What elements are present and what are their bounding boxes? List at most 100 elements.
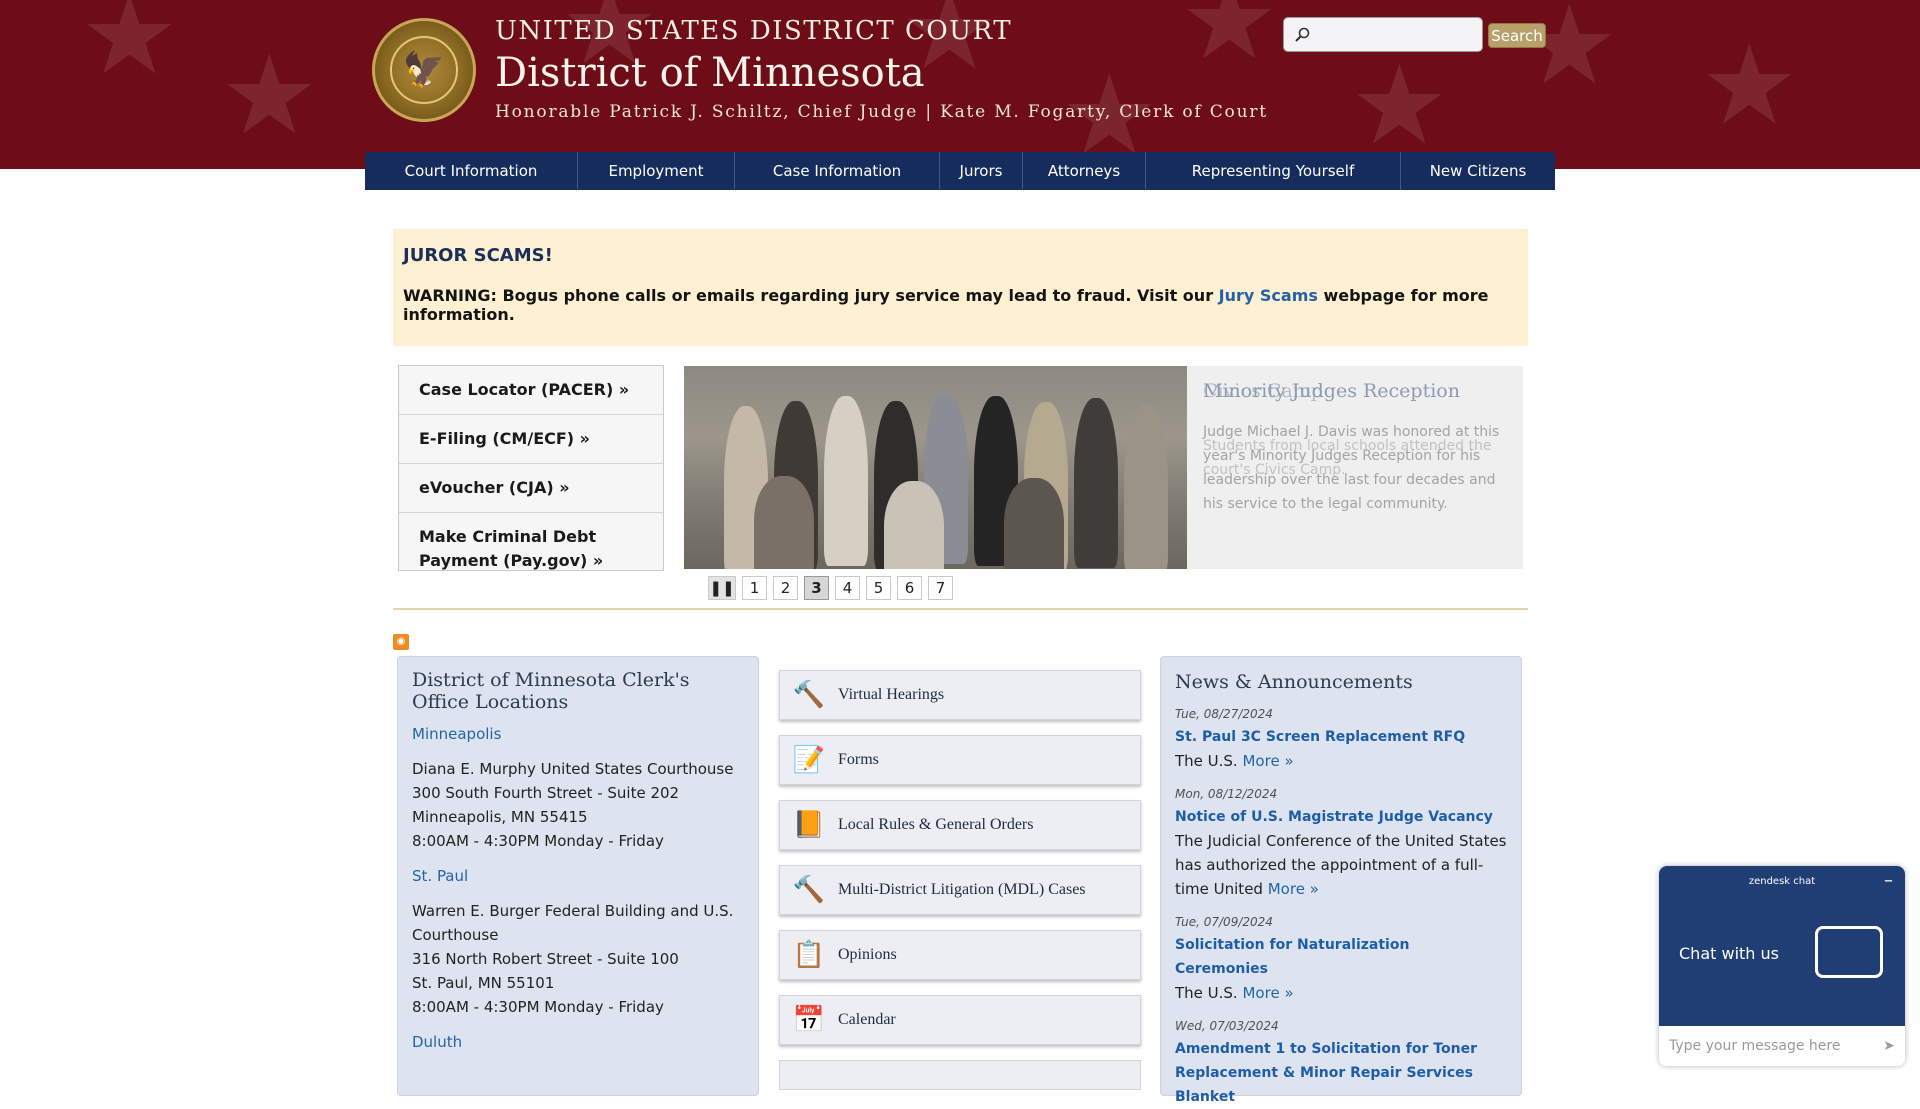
slide-page-2[interactable]: 2 — [773, 576, 798, 600]
address-line: St. Paul, MN 55101 — [412, 974, 555, 992]
locations-title: District of Minnesota Clerk's Office Loc… — [412, 669, 690, 713]
location-city-st-paul[interactable]: St. Paul — [412, 867, 744, 885]
location-city-duluth[interactable]: Duluth — [412, 1033, 744, 1051]
address-line: 316 North Robert Street - Suite 100 — [412, 950, 679, 968]
news-excerpt: The Judicial Conference of the United St… — [1175, 832, 1507, 898]
nav-new-citizens[interactable]: New Citizens — [1401, 152, 1555, 190]
star-decoration: ★ — [220, 31, 319, 159]
chat-brand: zendesk chat — [1748, 876, 1816, 887]
more-link[interactable]: More » — [1268, 880, 1319, 898]
search-button[interactable]: Search — [1488, 23, 1546, 48]
slide-page-7[interactable]: 7 — [928, 576, 953, 600]
nav-employment[interactable]: Employment — [578, 152, 735, 190]
quick-link-paygov[interactable]: Make Criminal Debt Payment (Pay.gov) » — [399, 513, 663, 585]
minimize-icon[interactable]: – — [1884, 870, 1893, 891]
nav-attorneys[interactable]: Attorneys — [1023, 152, 1146, 190]
calendar-icon: 📅 — [792, 1005, 826, 1035]
news-item-title[interactable]: St. Paul 3C Screen Replacement RFQ — [1175, 725, 1507, 749]
slide-page-1[interactable]: 1 — [742, 576, 767, 600]
gavel-icon: 🔨 — [792, 875, 826, 905]
service-mdl-cases[interactable]: 🔨 Multi-District Litigation (MDL) Cases — [779, 865, 1141, 915]
slide-page-6[interactable]: 6 — [897, 576, 922, 600]
nav-court-information[interactable]: Court Information — [365, 152, 578, 190]
pause-button[interactable]: ❚❚ — [708, 576, 736, 600]
location-city-minneapolis[interactable]: Minneapolis — [412, 725, 744, 743]
service-label: Calendar — [838, 1011, 896, 1028]
alert-title: JUROR SCAMS! — [403, 245, 553, 266]
book-icon: 📙 — [792, 810, 826, 840]
chat-message-input[interactable]: Type your message here ➤ — [1659, 1026, 1905, 1066]
nav-case-information[interactable]: Case Information — [735, 152, 940, 190]
news-item-body: The U.S. More » — [1175, 981, 1507, 1005]
more-link[interactable]: More » — [1242, 752, 1293, 770]
star-decoration: ★ — [1700, 21, 1799, 149]
news-title: News & Announcements — [1175, 671, 1413, 693]
service-label: Opinions — [838, 946, 897, 963]
judges-line: Honorable Patrick J. Schiltz, Chief Judg… — [495, 102, 1268, 122]
quick-link-pacer[interactable]: Case Locator (PACER) » — [399, 366, 663, 415]
slide-title-stack: Minority Judges Reception Civics Camp — [1203, 380, 1507, 406]
slide-title-previous: Civics Camp — [1203, 380, 1323, 402]
search-icon — [1295, 27, 1310, 42]
location-address-minneapolis: Diana E. Murphy United States Courthouse… — [412, 757, 744, 853]
slideshow-image[interactable] — [684, 366, 1187, 569]
juror-scams-alert: JUROR SCAMS! WARNING: Bogus phone calls … — [393, 229, 1528, 346]
news-excerpt: The U.S. — [1175, 984, 1238, 1002]
office-hours: 8:00AM - 4:30PM Monday - Friday — [412, 998, 664, 1016]
search-input[interactable] — [1283, 17, 1483, 52]
clerk-locations-panel: District of Minnesota Clerk's Office Loc… — [397, 656, 759, 1096]
chat-input-placeholder: Type your message here — [1669, 1038, 1841, 1054]
location-address-st-paul: Warren E. Burger Federal Building and U.… — [412, 899, 744, 1019]
service-label: Multi-District Litigation (MDL) Cases — [838, 881, 1086, 898]
slide-description-previous: Students from local schools attended the… — [1203, 438, 1492, 478]
more-link[interactable]: More » — [1242, 984, 1293, 1002]
star-decoration: ★ — [1350, 41, 1449, 169]
service-forms[interactable]: 📝 Forms — [779, 735, 1141, 785]
service-local-rules[interactable]: 📙 Local Rules & General Orders — [779, 800, 1141, 850]
news-excerpt: The U.S. — [1175, 752, 1238, 770]
quick-link-cmecf[interactable]: E-Filing (CM/ECF) » — [399, 415, 663, 464]
address-line: Diana E. Murphy United States Courthouse — [412, 760, 734, 778]
nav-jurors[interactable]: Jurors — [940, 152, 1023, 190]
quick-links: Case Locator (PACER) » E-Filing (CM/ECF)… — [398, 365, 664, 571]
court-label: UNITED STATES DISTRICT COURT — [495, 16, 1013, 46]
address-line: 300 South Fourth Street - Suite 202 — [412, 784, 680, 802]
eagle-icon: 🦅 — [390, 36, 458, 104]
slide-page-3[interactable]: 3 — [804, 576, 829, 600]
court-seal-logo[interactable]: 🦅 — [372, 18, 476, 122]
zendesk-chat-widget[interactable]: zendesk chat – Chat with us Type your me… — [1659, 866, 1905, 1066]
service-label: Local Rules & General Orders — [838, 816, 1034, 833]
slide-page-4[interactable]: 4 — [835, 576, 860, 600]
jury-scams-link[interactable]: Jury Scams — [1219, 286, 1318, 305]
rss-icon[interactable]: ◉ — [393, 634, 409, 650]
service-label: Forms — [838, 751, 879, 768]
star-decoration: ★ — [1520, 0, 1619, 109]
send-icon[interactable]: ➤ — [1883, 1038, 1895, 1054]
chat-header: zendesk chat – Chat with us — [1659, 866, 1905, 1026]
site-header: ★ ★ ★ ★ ★ ★ ★ ★ ★ 🦅 UNITED STATES DISTRI… — [0, 0, 1920, 169]
main-nav: Court Information Employment Case Inform… — [365, 152, 1555, 190]
news-item-title[interactable]: Amendment 1 to Solicitation for Toner Re… — [1175, 1037, 1507, 1109]
slideshow-pager: ❚❚ 1 2 3 4 5 6 7 — [708, 576, 953, 600]
quick-link-evoucher[interactable]: eVoucher (CJA) » — [399, 464, 663, 513]
star-decoration: ★ — [1180, 0, 1279, 84]
service-more — [779, 1060, 1141, 1090]
nav-representing-yourself[interactable]: Representing Yourself — [1146, 152, 1401, 190]
form-icon: 📝 — [792, 745, 826, 775]
service-calendar[interactable]: 📅 Calendar — [779, 995, 1141, 1045]
chat-bubble-icon — [1815, 926, 1883, 978]
alert-message-prefix: WARNING: Bogus phone calls or emails reg… — [403, 286, 1219, 305]
service-virtual-hearings[interactable]: 🔨 Virtual Hearings — [779, 670, 1141, 720]
news-date: Wed, 07/03/2024 — [1175, 1019, 1279, 1033]
address-line: Minneapolis, MN 55415 — [412, 808, 588, 826]
chat-heading: Chat with us — [1679, 944, 1779, 963]
news-item-title[interactable]: Solicitation for Naturalization Ceremoni… — [1175, 933, 1507, 981]
address-line: Warren E. Burger Federal Building and U.… — [412, 902, 734, 944]
site-title[interactable]: District of Minnesota — [495, 50, 925, 96]
slide-page-5[interactable]: 5 — [866, 576, 891, 600]
office-hours: 8:00AM - 4:30PM Monday - Friday — [412, 832, 664, 850]
news-date: Tue, 08/27/2024 — [1175, 707, 1273, 721]
service-opinions[interactable]: 📋 Opinions — [779, 930, 1141, 980]
news-item-title[interactable]: Notice of U.S. Magistrate Judge Vacancy — [1175, 805, 1507, 829]
news-panel: News & Announcements Tue, 08/27/2024 St.… — [1160, 656, 1522, 1105]
